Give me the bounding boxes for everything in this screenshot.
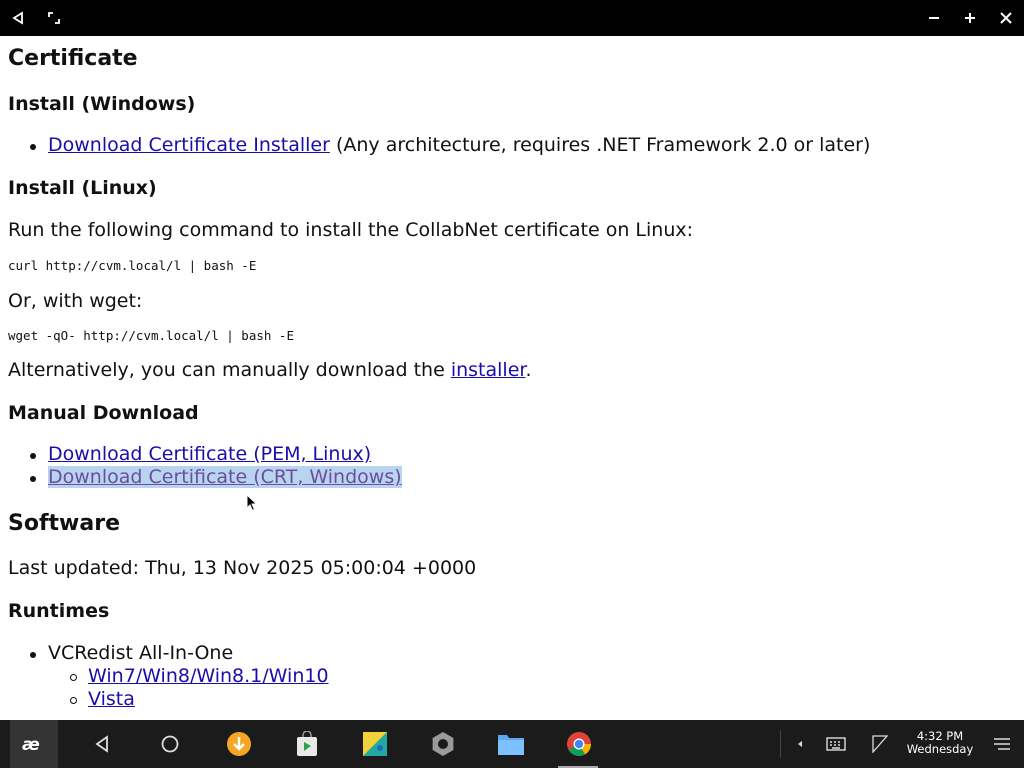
list-bullet <box>70 674 77 681</box>
clock[interactable]: 4:32 PM Wednesday <box>896 730 984 756</box>
close-icon[interactable] <box>988 0 1024 36</box>
list-item: Vista <box>88 688 135 710</box>
curl-command: curl http://cvm.local/l | bash -E <box>8 258 257 273</box>
last-updated-text: Last updated: Thu, 13 Nov 2025 05:00:04 … <box>8 557 477 579</box>
download-certificate-installer-link[interactable]: Download Certificate Installer <box>48 134 330 156</box>
chrome-app-icon[interactable] <box>555 720 603 768</box>
installer-note: (Any architecture, requires .NET Framewo… <box>335 134 871 156</box>
restore-icon[interactable] <box>36 0 72 36</box>
settings-app-icon[interactable] <box>419 720 467 768</box>
notifications-icon[interactable] <box>978 720 1024 768</box>
list-item: Download Certificate (PEM, Linux) <box>48 443 371 465</box>
alternative-text-before: Alternatively, you can manually download… <box>8 359 451 381</box>
manual-download-heading: Manual Download <box>8 402 199 424</box>
download-crt-link[interactable]: Download Certificate (CRT, Windows) <box>48 466 402 488</box>
clock-day: Wednesday <box>906 742 974 756</box>
certificate-heading: Certificate <box>8 46 138 71</box>
alternative-text-after: . <box>525 359 532 381</box>
gallery-app-icon[interactable] <box>351 720 399 768</box>
list-bullet <box>30 476 36 482</box>
taskbar: æ <box>0 720 1024 768</box>
back-nav-icon[interactable] <box>78 720 126 768</box>
maximize-icon[interactable] <box>952 0 988 36</box>
keyboard-icon[interactable] <box>812 720 860 768</box>
vcredist-item: VCRedist All-In-One <box>48 642 234 664</box>
list-bullet <box>30 144 36 150</box>
window-title-bar <box>0 0 1024 36</box>
back-icon[interactable] <box>0 0 36 36</box>
list-bullet <box>70 697 77 704</box>
page-content: Certificate Install (Windows) Download C… <box>0 36 1024 720</box>
list-item: Download Certificate (CRT, Windows) <box>48 466 402 488</box>
mouse-cursor-icon <box>246 494 258 512</box>
list-bullet <box>30 652 36 658</box>
win7-win10-link[interactable]: Win7/Win8/Win8.1/Win10 <box>88 665 329 687</box>
start-icon[interactable]: æ <box>10 720 58 768</box>
installer-link[interactable]: installer <box>451 359 526 381</box>
runtimes-heading: Runtimes <box>8 600 110 622</box>
svg-text:æ: æ <box>22 735 40 754</box>
download-pem-link[interactable]: Download Certificate (PEM, Linux) <box>48 443 371 465</box>
list-item: Download Certificate Installer (Any arch… <box>48 134 870 156</box>
install-linux-heading: Install (Linux) <box>8 177 157 199</box>
minimize-icon[interactable] <box>916 0 952 36</box>
downloader-app-icon[interactable] <box>215 720 263 768</box>
home-icon[interactable] <box>146 720 194 768</box>
vista-link[interactable]: Vista <box>88 688 135 710</box>
store-app-icon[interactable] <box>283 720 331 768</box>
alternative-text: Alternatively, you can manually download… <box>8 359 532 381</box>
install-linux-text: Run the following command to install the… <box>8 219 694 241</box>
wget-intro: Or, with wget: <box>8 290 143 312</box>
install-windows-heading: Install (Windows) <box>8 93 196 115</box>
files-app-icon[interactable] <box>487 720 535 768</box>
software-heading: Software <box>8 511 120 536</box>
wget-command: wget -qO- http://cvm.local/l | bash -E <box>8 328 294 343</box>
list-bullet <box>30 453 36 459</box>
list-item: Win7/Win8/Win8.1/Win10 <box>88 665 329 687</box>
